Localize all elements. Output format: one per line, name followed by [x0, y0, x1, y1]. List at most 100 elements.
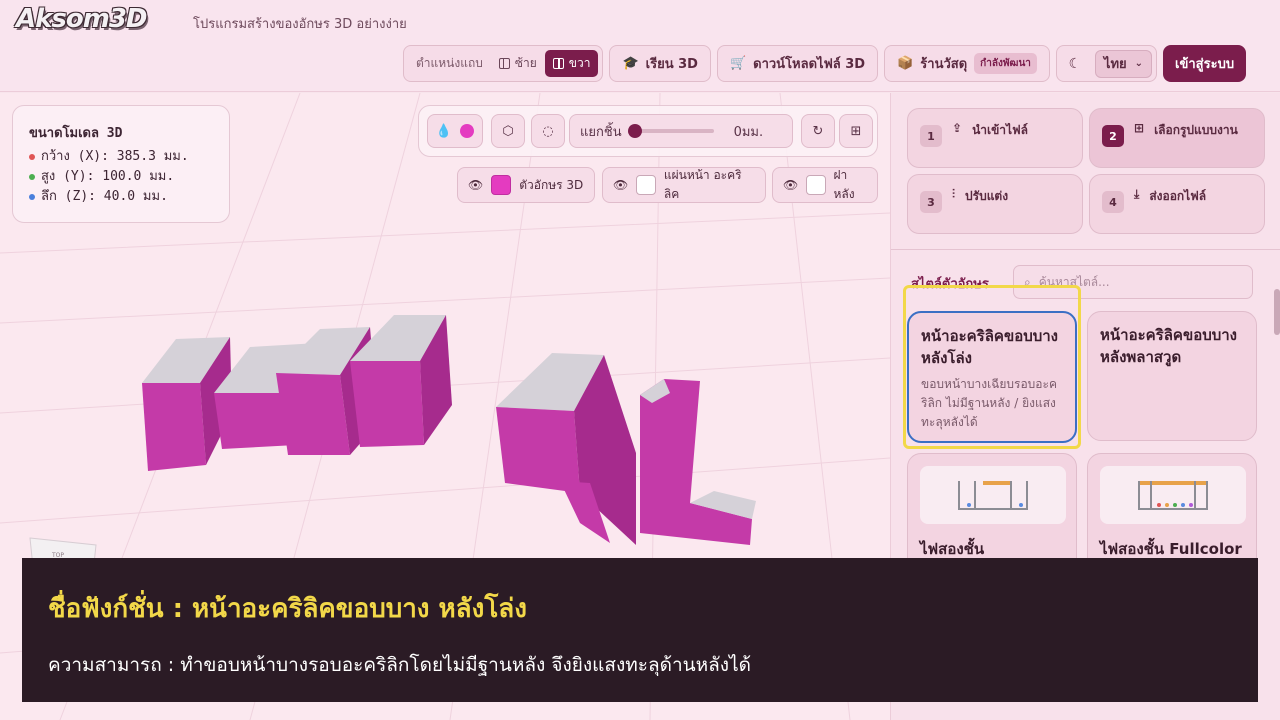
separate-value: 0มม. — [733, 124, 764, 140]
step-label: นำเข้าไฟล์ — [972, 123, 1028, 137]
style-preview-image — [1100, 466, 1246, 524]
top-bar: Aksom3D โปรแกรมสร้างของอักษร 3D อย่างง่า… — [0, 0, 1280, 92]
selection-highlight — [903, 285, 1081, 449]
lightbulb-icon: ◌ — [542, 123, 554, 139]
feature-caption: ชื่อฟังก์ชั่น : หน้าอะคริลิคขอบบาง หลังโ… — [22, 558, 1258, 702]
step-customize[interactable]: 3 ⫶ ปรับแต่ง — [907, 174, 1083, 234]
app-logo[interactable]: Aksom3D — [16, 4, 148, 34]
viewport-toolbar: 💧 ⬡ ◌ แยกชิ้น 0มม. ↻ ⊞ — [418, 105, 878, 157]
step-number: 4 — [1102, 191, 1124, 213]
step-choose-style[interactable]: 2 ⊞ เลือกรูปแบบงาน — [1089, 108, 1265, 168]
in-development-badge: กำลังพัฒนา — [974, 53, 1037, 74]
style-card-title: ไฟสองชั้น — [920, 540, 985, 558]
layer-back-label: ฝาหลัง — [833, 168, 855, 201]
position-left-option[interactable]: ซ้าย — [491, 50, 545, 77]
caption-description: ความสามารถ : ทำขอบหน้าบางรอบอะคริลิกโดยไ… — [48, 654, 751, 676]
learn-3d-label: เรียน 3D — [645, 57, 698, 72]
layer-acrylic-label: แผ่นหน้า อะคริลิค — [663, 168, 742, 201]
reset-view-button[interactable]: ↻ — [801, 114, 835, 148]
learn-3d-button[interactable]: 🎓 เรียน 3D — [609, 45, 711, 82]
layout-grid-icon: ⊞ — [1134, 121, 1145, 135]
layer-toggle-back[interactable]: 👁 ฝาหลัง — [772, 167, 878, 203]
slider-thumb[interactable] — [627, 124, 642, 138]
header-nav: ตำแหน่งแถบ ซ้าย ขวา 🎓 เรียน 3D 🛒 ดาวน์โห… — [403, 45, 1247, 82]
panel-scrollbar[interactable] — [1274, 289, 1280, 335]
color-dot — [460, 124, 475, 138]
cube-view-button[interactable]: ⬡ — [491, 114, 525, 148]
login-button[interactable]: เข้าสู่ระบบ — [1163, 45, 1247, 82]
step-number: 2 — [1102, 125, 1124, 147]
x-axis-dot — [29, 154, 35, 160]
layer-toggle-acrylic[interactable]: 👁 แผ่นหน้า อะคริลิค — [602, 167, 766, 203]
download-icon: ⤓ — [1134, 187, 1140, 201]
caption-title: ชื่อฟังก์ชั่น : หน้าอะคริลิคขอบบาง หลังโ… — [48, 594, 527, 624]
fullcolor-diagram — [1138, 481, 1208, 510]
droplet-icon: 💧 — [435, 123, 453, 139]
style-preview-image — [920, 466, 1066, 524]
style-card-title: ไฟสองชั้น Fullcolor — [1100, 540, 1242, 558]
dimension-depth-text: ลึก (Z): 40.0 มม. — [41, 189, 168, 204]
cube-icon: ⬡ — [502, 123, 514, 139]
shop-label: ร้านวัสดุ — [920, 57, 968, 72]
separate-label: แยกชิ้น — [580, 124, 622, 140]
step-export[interactable]: 4 ⤓ ส่งออกไฟล์ — [1089, 174, 1265, 234]
panel-right-icon — [552, 58, 564, 69]
grid-icon: ⊞ — [850, 123, 862, 139]
style-card-title: หน้าอะคริลิคขอบบาง หลังพลาสวูด — [1100, 326, 1237, 366]
step-import[interactable]: 1 ⇪ นำเข้าไฟล์ — [907, 108, 1083, 168]
text3d-color-swatch[interactable] — [491, 175, 512, 195]
theme-language-group: ☾ ไทย ⌄ — [1055, 45, 1158, 82]
dimension-height-text: สูง (Y): 100.0 มม. — [41, 169, 175, 184]
box-icon: 📦 — [897, 56, 914, 71]
step-label: ปรับแต่ง — [965, 189, 1009, 203]
layer-text3d-label: ตัวอักษร 3D — [519, 177, 584, 192]
lightbulb-button[interactable]: ◌ — [531, 114, 565, 148]
position-left-label: ซ้าย — [514, 56, 537, 70]
dimension-depth: ลึก (Z): 40.0 มม. — [29, 187, 213, 207]
panel-divider — [891, 249, 1280, 250]
dark-mode-toggle[interactable]: ☾ — [1061, 50, 1089, 78]
eye-icon: 👁 — [613, 178, 629, 192]
upload-icon: ⇪ — [952, 121, 963, 135]
grid-toggle-button[interactable]: ⊞ — [839, 114, 873, 148]
eye-icon: 👁 — [468, 178, 484, 192]
z-axis-dot — [29, 194, 35, 200]
eye-icon: 👁 — [783, 178, 799, 192]
step-label: เลือกรูปแบบงาน — [1154, 123, 1238, 137]
separate-parts-control: แยกชิ้น 0มม. — [569, 114, 793, 148]
chevron-down-icon: ⌄ — [1134, 58, 1144, 69]
sidebar-position-label: ตำแหน่งแถบ — [416, 56, 483, 70]
panel-left-icon — [498, 58, 510, 69]
separate-slider[interactable] — [627, 124, 714, 138]
step-label: ส่งออกไฟล์ — [1149, 189, 1207, 203]
dimension-width-text: กว้าง (X): 385.3 มม. — [41, 149, 189, 164]
back-color-swatch[interactable] — [806, 175, 826, 195]
3d-text-model[interactable] — [142, 315, 756, 545]
acrylic-color-swatch[interactable] — [636, 175, 656, 195]
dimensions-title: ขนาดโมเดล 3D — [29, 126, 123, 141]
step-number: 1 — [920, 125, 942, 147]
download-3d-label: ดาวน์โหลดไฟล์ 3D — [753, 57, 866, 72]
model-dimensions-panel: ขนาดโมเดล 3D กว้าง (X): 385.3 มม. สูง (Y… — [12, 105, 230, 223]
double-layer-diagram — [958, 481, 1028, 510]
step-number: 3 — [920, 191, 942, 213]
language-value: ไทย — [1103, 57, 1127, 72]
moon-icon: ☾ — [1068, 55, 1082, 72]
refresh-icon: ↻ — [812, 123, 824, 139]
shop-button[interactable]: 📦 ร้านวัสดุ กำลังพัฒนา — [884, 45, 1050, 82]
y-axis-dot — [29, 174, 35, 180]
position-right-label: ขวา — [568, 56, 591, 70]
layer-toggle-text3d[interactable]: 👁 ตัวอักษร 3D — [457, 167, 595, 203]
language-select[interactable]: ไทย ⌄ — [1094, 49, 1153, 78]
download-3d-button[interactable]: 🛒 ดาวน์โหลดไฟล์ 3D — [716, 45, 879, 82]
style-card-thin-edge-pvc-back[interactable]: หน้าอะคริลิคขอบบาง หลังพลาสวูด — [1087, 311, 1257, 441]
position-right-option[interactable]: ขวา — [544, 50, 599, 77]
dimension-width: กว้าง (X): 385.3 มม. — [29, 147, 213, 167]
color-toggle-button[interactable]: 💧 — [427, 114, 483, 148]
cart-icon: 🛒 — [729, 56, 747, 71]
graduation-cap-icon: 🎓 — [622, 56, 639, 71]
sidebar-position-toggle: ตำแหน่งแถบ ซ้าย ขวา — [403, 45, 604, 82]
app-tagline: โปรแกรมสร้างของอักษร 3D อย่างง่าย — [193, 17, 407, 32]
dimension-height: สูง (Y): 100.0 มม. — [29, 167, 213, 187]
sliders-icon: ⫶ — [952, 187, 956, 201]
